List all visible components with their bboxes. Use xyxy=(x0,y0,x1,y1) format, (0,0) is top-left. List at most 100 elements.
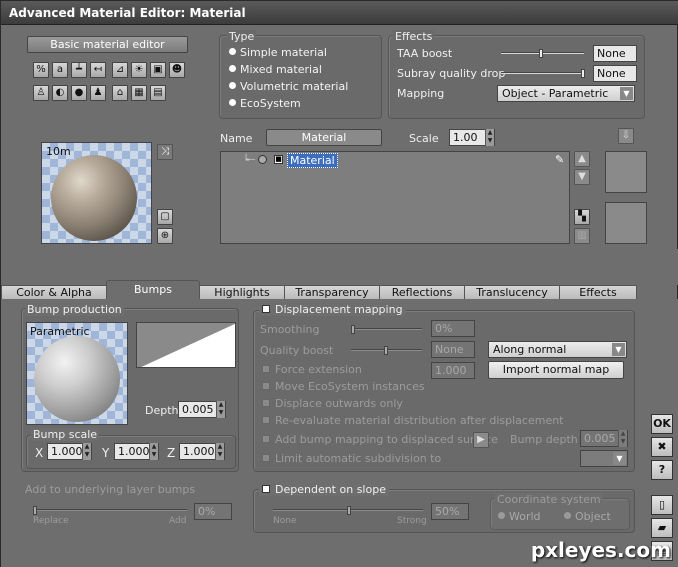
zoom-icon[interactable]: ⊕ xyxy=(157,228,173,244)
shuffle-icon[interactable]: ⤨ xyxy=(157,144,173,160)
radio-label: Volumetric material xyxy=(240,80,349,93)
percent-icon[interactable]: % xyxy=(33,62,49,78)
radio-object[interactable]: Object xyxy=(564,510,611,523)
scene-icon[interactable]: ⌂ xyxy=(112,85,128,101)
z-spinner[interactable]: ▲ ▼ xyxy=(215,443,224,460)
smoothing-slider[interactable] xyxy=(351,325,422,334)
bump-preview[interactable]: Parametric xyxy=(26,322,128,425)
preview-distance[interactable]: 10m xyxy=(46,145,71,158)
radio-simple-material[interactable]: Simple material xyxy=(229,46,327,59)
limit-subdivision-dropdown[interactable]: ▼ xyxy=(580,450,628,467)
y-spinner[interactable]: ▲ ▼ xyxy=(149,443,158,460)
tree-item-material[interactable]: Material xyxy=(287,153,338,168)
graph-icon[interactable]: ⊿ xyxy=(112,62,128,78)
force-extension-field[interactable]: 1.000 xyxy=(431,362,475,379)
move-up-icon[interactable]: ▲ xyxy=(574,151,590,167)
chevron-down-icon: ▼ xyxy=(613,452,626,465)
reevaluate-checkbox[interactable]: Re-evaluate material distribution after … xyxy=(262,414,564,427)
subray-quality-slider[interactable] xyxy=(501,69,585,78)
taa-boost-field[interactable]: None xyxy=(593,45,637,62)
slope-field[interactable]: 50% xyxy=(431,503,469,520)
text-a-icon[interactable]: a xyxy=(52,62,68,78)
checkbox-icon[interactable]: ■ xyxy=(274,155,283,164)
person-icon[interactable]: ☻ xyxy=(169,62,185,78)
slider-knob[interactable] xyxy=(351,325,355,334)
ok-button[interactable]: OK xyxy=(651,414,673,434)
y-label: Y xyxy=(102,446,110,460)
new-layer-icon[interactable]: ▚ xyxy=(574,209,590,225)
radio-dot xyxy=(498,512,505,519)
slider-knob[interactable] xyxy=(539,49,543,58)
material-name-field[interactable]: Material xyxy=(266,129,382,146)
new-material-icon[interactable]: ▯ xyxy=(651,495,673,515)
taa-boost-slider[interactable] xyxy=(501,49,584,58)
slope-slider[interactable] xyxy=(273,506,423,515)
bump-scale-x-field[interactable]: 1.000 ▲ ▼ xyxy=(47,443,92,460)
slider-knob[interactable] xyxy=(384,346,388,355)
underlying-bumps-slider[interactable] xyxy=(33,506,187,515)
slider-knob[interactable] xyxy=(347,506,351,515)
depth-field[interactable]: 0.005 ▲ ▼ xyxy=(178,401,226,418)
walk-icon[interactable]: ♙ xyxy=(33,85,49,101)
quality-boost-field[interactable]: None xyxy=(431,341,475,358)
sphere-icon[interactable]: ● xyxy=(71,85,87,101)
cube-icon[interactable]: ▢ xyxy=(157,209,173,225)
bump-scale-z-field[interactable]: 1.000 ▲ ▼ xyxy=(179,443,225,460)
radio-ecosystem[interactable]: EcoSystem xyxy=(229,97,301,110)
bump-depth-field[interactable]: 0.005 ▲ ▼ xyxy=(580,430,628,447)
bump-profile-graph[interactable] xyxy=(136,322,236,368)
type-group-label: Type xyxy=(227,30,257,43)
render-icon[interactable]: ▤ xyxy=(150,85,166,101)
play-icon[interactable]: ▶ xyxy=(473,432,489,448)
frame-icon[interactable]: ▣ xyxy=(150,62,166,78)
radio-volumetric-material[interactable]: Volumetric material xyxy=(229,80,348,93)
basic-material-editor-button[interactable]: Basic material editor xyxy=(27,36,188,53)
arrow-in-icon[interactable]: ↤ xyxy=(90,62,106,78)
import-normal-map-button[interactable]: Import normal map xyxy=(488,361,624,379)
slider-knob[interactable] xyxy=(581,69,585,78)
tab-bumps[interactable]: Bumps xyxy=(106,280,200,301)
slider-knob[interactable] xyxy=(33,506,37,515)
slope-checkbox[interactable]: Dependent on slope xyxy=(259,483,389,496)
underlying-bumps-field[interactable]: 0% xyxy=(194,503,232,520)
subray-quality-field[interactable]: None xyxy=(593,65,637,82)
x-spinner[interactable]: ▲ ▼ xyxy=(82,443,91,460)
radio-mixed-material[interactable]: Mixed material xyxy=(229,63,322,76)
layer-preview-1[interactable] xyxy=(605,151,647,193)
cancel-button[interactable]: ✖ xyxy=(651,437,673,457)
stamp-icon[interactable]: ┷ xyxy=(71,62,87,78)
help-button[interactable]: ? xyxy=(651,460,673,480)
smoothing-field[interactable]: 0% xyxy=(431,320,475,337)
mapping-dropdown[interactable]: Object - Parametric ▼ xyxy=(497,85,635,102)
slope-label: Dependent on slope xyxy=(275,483,386,496)
open-folder-icon[interactable]: ▰ xyxy=(651,518,673,538)
moon-icon[interactable]: ◐ xyxy=(52,85,68,101)
x-label: X xyxy=(35,446,44,460)
film-icon[interactable]: ▦ xyxy=(131,85,147,101)
radio-label: EcoSystem xyxy=(240,97,301,110)
bust-icon[interactable]: ♟ xyxy=(90,85,106,101)
move-ecosystem-checkbox[interactable]: Move EcoSystem instances xyxy=(262,380,425,393)
direction-dropdown[interactable]: Along normal ▼ xyxy=(488,341,627,358)
trash-icon[interactable]: ▥ xyxy=(574,228,590,244)
depth-spinner[interactable]: ▲ ▼ xyxy=(216,401,225,418)
move-down-icon[interactable]: ▼ xyxy=(574,169,590,185)
layer-preview-2[interactable] xyxy=(605,202,647,244)
light-icon[interactable]: ☀ xyxy=(131,62,147,78)
displace-outwards-checkbox[interactable]: Displace outwards only xyxy=(262,397,403,410)
material-preview[interactable]: 10m xyxy=(41,142,152,244)
quality-boost-slider[interactable] xyxy=(351,346,422,355)
bump-profile-curve xyxy=(137,323,235,367)
radio-world[interactable]: World xyxy=(498,510,541,523)
bump-depth-spinner[interactable]: ▲ ▼ xyxy=(618,430,627,447)
scale-field[interactable]: 1.00 ▲ ▼ xyxy=(449,129,495,146)
scale-spinner[interactable]: ▲ ▼ xyxy=(485,129,494,146)
pencil-icon[interactable]: ✎ xyxy=(555,153,564,166)
add-bump-checkbox[interactable]: Add bump mapping to displaced surface xyxy=(262,433,498,446)
bump-scale-y-field[interactable]: 1.000 ▲ ▼ xyxy=(114,443,159,460)
displace-outwards-label: Displace outwards only xyxy=(275,397,403,410)
force-extension-checkbox[interactable]: Force extension xyxy=(262,363,362,376)
save-material-icon[interactable]: ⇩ xyxy=(618,128,634,144)
displacement-checkbox[interactable]: Displacement mapping xyxy=(259,303,406,316)
limit-subdivision-checkbox[interactable]: Limit automatic subdivision to xyxy=(262,452,441,465)
